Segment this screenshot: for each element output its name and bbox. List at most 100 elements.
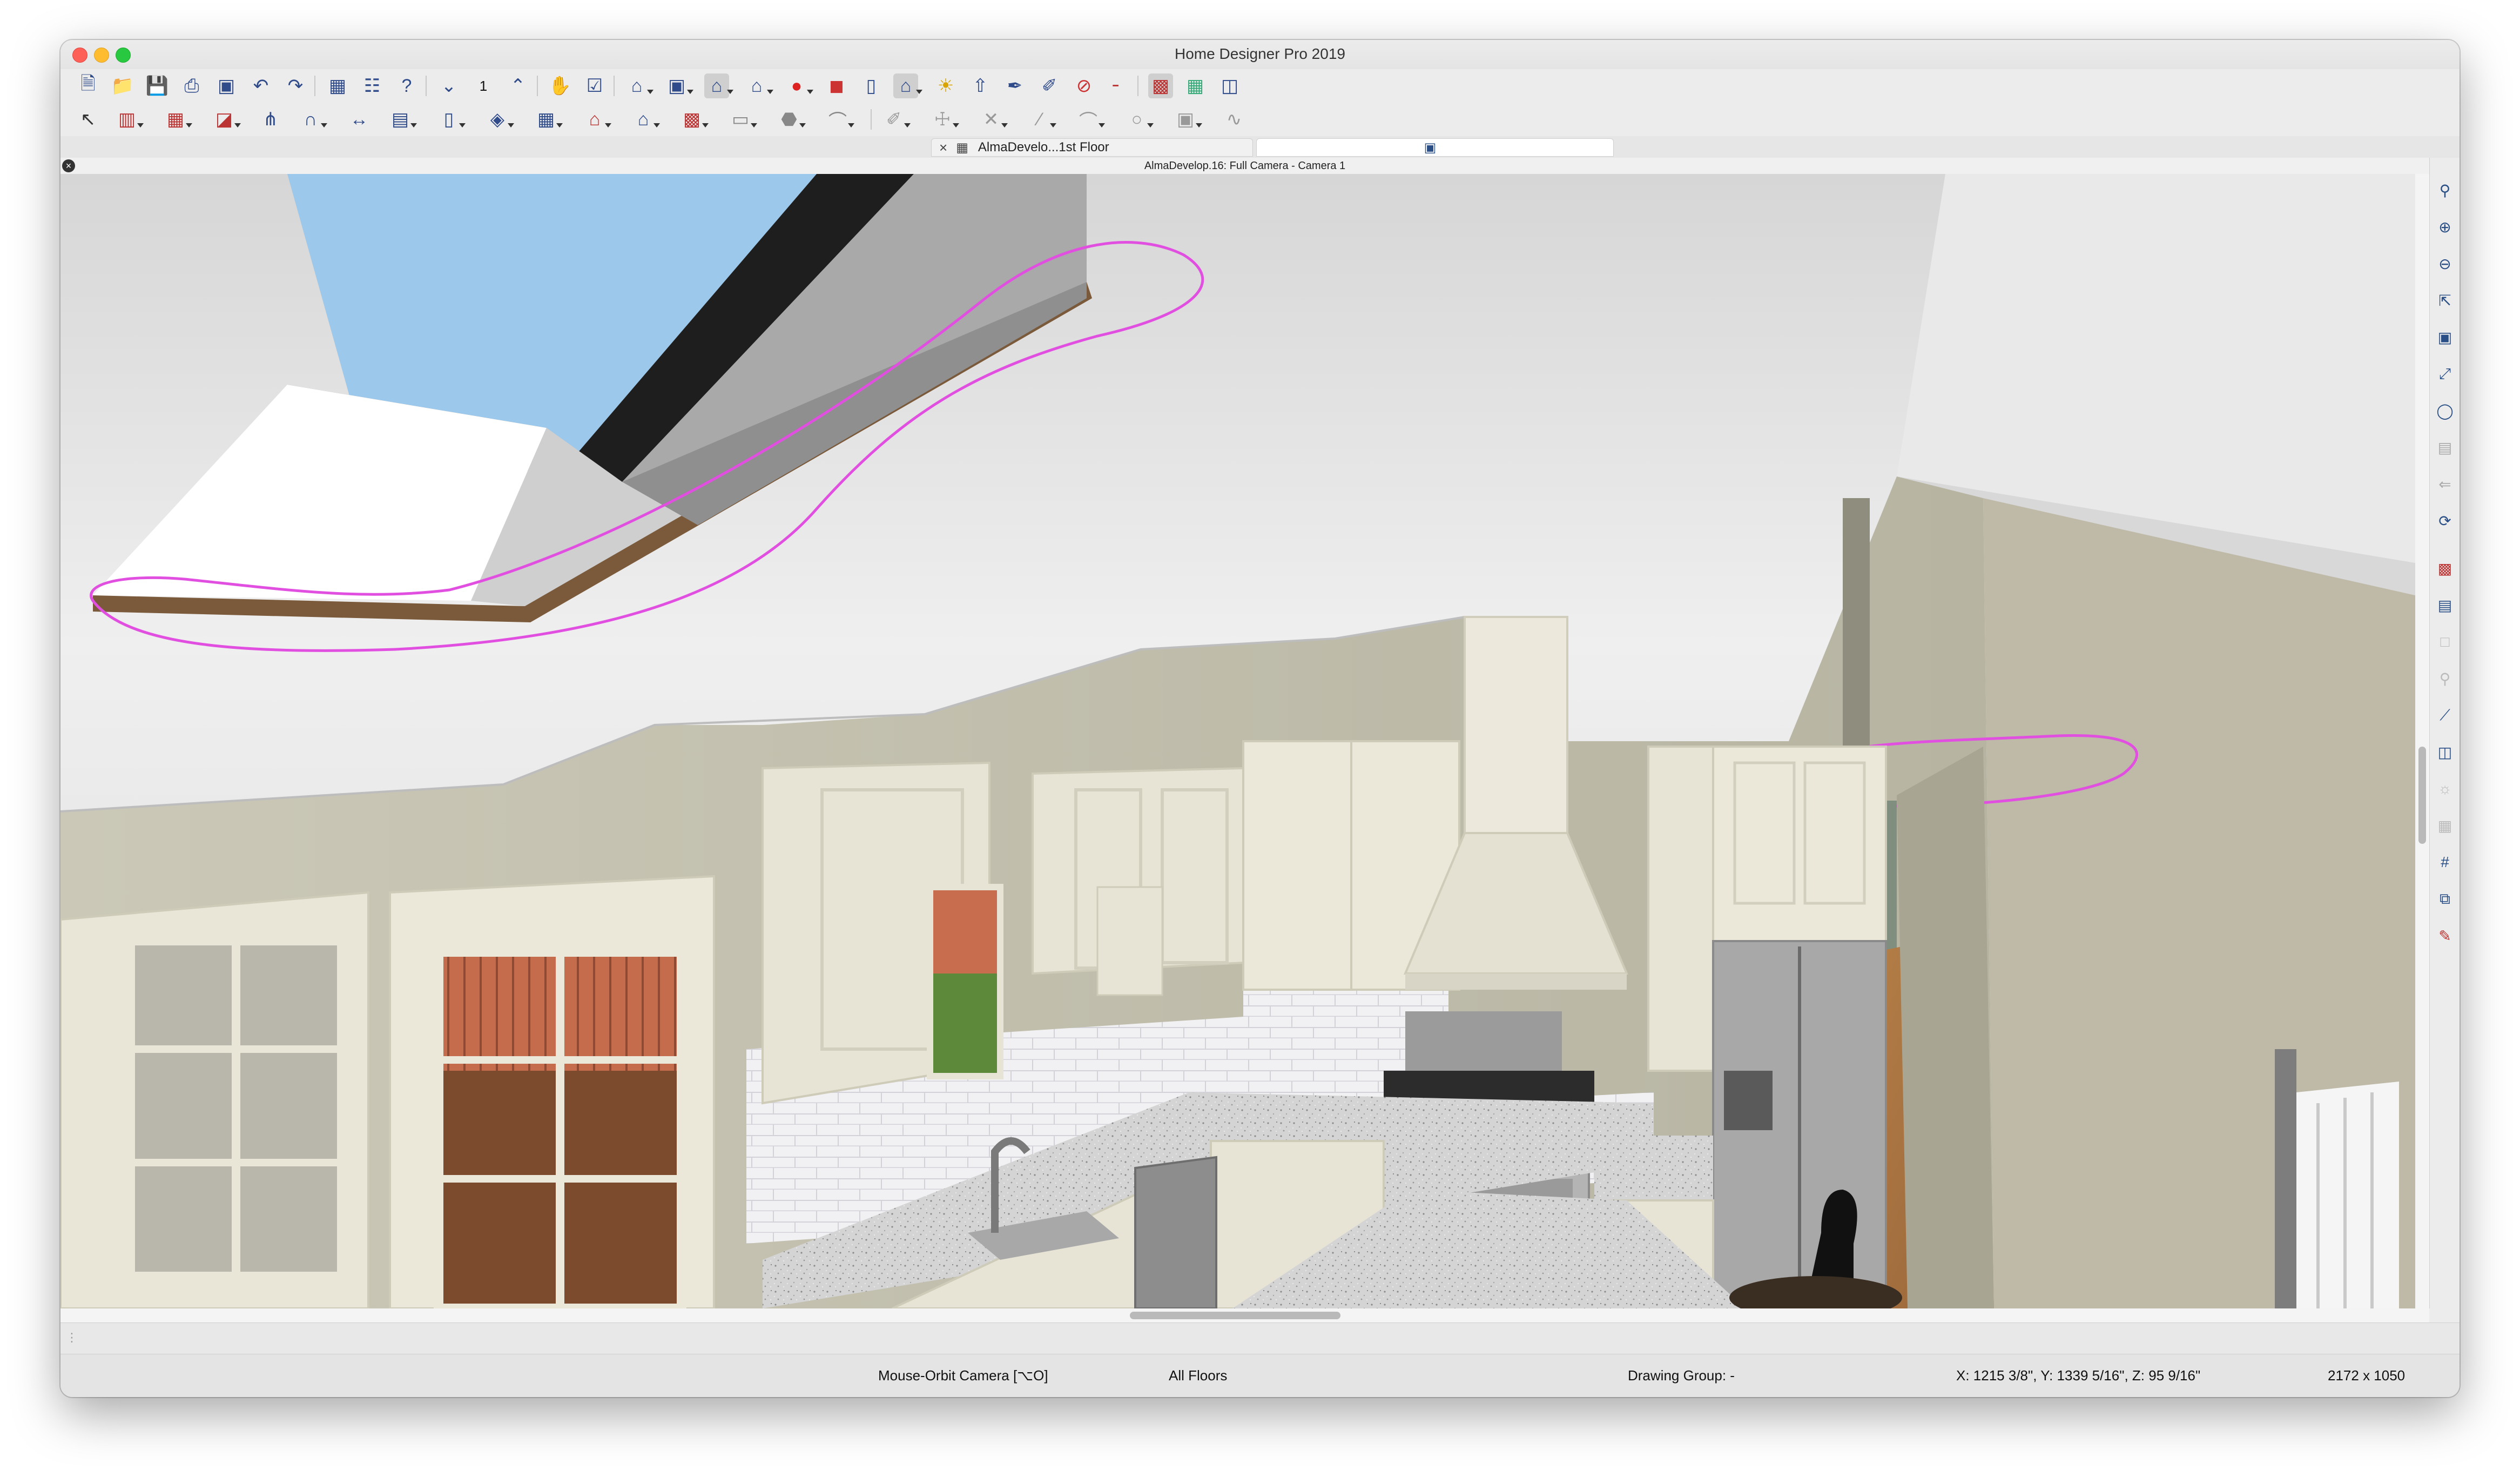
box-icon[interactable]: ⬣	[777, 107, 806, 132]
freehand-icon[interactable]: ∿	[1222, 107, 1246, 132]
delete-icon[interactable]: ▯	[859, 73, 884, 98]
tab-camera[interactable]: ▣	[1256, 138, 1614, 157]
tab-bar: × ▦ AlmaDevelo...1st Floor ▣	[60, 136, 2460, 158]
rotate-icon[interactable]: ⟳	[2434, 510, 2456, 532]
hand-icon[interactable]: ✋	[548, 73, 572, 98]
zoom-icon[interactable]: ⚲	[2434, 179, 2456, 201]
kitchen-render	[60, 174, 2415, 1308]
line-icon[interactable]: ✕	[979, 107, 1008, 132]
print-icon[interactable]: ⎙	[179, 73, 204, 98]
curve-icon[interactable]: ∕	[1027, 107, 1056, 132]
wall-icon[interactable]: ▥	[114, 107, 144, 132]
hash-grid-icon[interactable]: #	[2434, 851, 2456, 873]
panel-icon[interactable]: ▦	[1183, 73, 1208, 98]
camera-icon[interactable]: ▣	[664, 73, 693, 98]
undo-icon[interactable]: ↶	[248, 73, 273, 98]
horizontal-scrollbar[interactable]	[60, 1308, 2429, 1322]
brick-icon[interactable]: ▩	[679, 107, 709, 132]
house-icon[interactable]: ⌂	[582, 107, 611, 132]
no-icon[interactable]: ⊘	[1072, 73, 1096, 98]
vertical-scroll-thumb[interactable]	[2418, 747, 2426, 844]
ruler-icon[interactable]: ╴	[1106, 73, 1131, 98]
app-window: Home Designer Pro 2019 🗎 📁 💾 ⎙ ▣ ↶ ↷ ▦ ☷…	[60, 40, 2460, 1397]
blank-icon[interactable]: □	[2434, 631, 2456, 653]
up-floor-icon[interactable]: ⌃	[506, 73, 530, 98]
status-dimensions: 2172 x 1050	[2328, 1367, 2406, 1384]
dimension-icon[interactable]: ↔	[347, 107, 372, 132]
library-icon[interactable]: ☷	[360, 73, 385, 98]
line-measure-icon[interactable]: ⟋	[2434, 704, 2456, 726]
redo-icon[interactable]: ↷	[283, 73, 308, 98]
select-icon[interactable]: ↖	[76, 107, 100, 132]
terrain-icon[interactable]: ◈	[485, 107, 514, 132]
resize-icon[interactable]: ⇱	[2434, 290, 2456, 311]
grip-handle-icon[interactable]: ⋮	[66, 1331, 78, 1345]
material-icon[interactable]: ▤	[2434, 594, 2456, 616]
splitter-bar[interactable]: ⋮	[60, 1322, 2460, 1354]
circle-icon[interactable]: ⌒	[1076, 107, 1105, 132]
tab-floor-plan[interactable]: × ▦ AlmaDevelo...1st Floor	[931, 138, 1253, 157]
layer-icon[interactable]: ▤	[2434, 437, 2456, 458]
elevation-icon[interactable]: ⌂	[624, 73, 653, 98]
stair-icon[interactable]: ∩	[298, 107, 327, 132]
pencil-icon[interactable]: ✐	[1037, 73, 1062, 98]
export-icon[interactable]: ⇧	[968, 73, 993, 98]
layers-icon[interactable]: ◫	[2434, 741, 2456, 763]
camera-settings-icon[interactable]: ▩	[2434, 558, 2456, 579]
record-icon[interactable]: ●	[784, 73, 813, 98]
floor-plan-icon[interactable]: ▦	[325, 73, 350, 98]
camera-viewport[interactable]	[60, 174, 2415, 1308]
light-icon[interactable]: ☀	[933, 73, 958, 98]
close-view-button[interactable]: ×	[60, 158, 77, 174]
floor-number: 1	[479, 77, 488, 94]
slab-icon[interactable]: ▭	[728, 107, 757, 132]
view-title-bar: × AlmaDevelop.16: Full Camera - Camera 1	[60, 158, 2429, 174]
grid-tile-icon[interactable]: ▦	[2434, 815, 2456, 836]
window-icon[interactable]: ⋔	[258, 107, 283, 132]
zoom-in-icon[interactable]: ⊕	[2434, 216, 2456, 238]
pen-icon[interactable]: ✒	[1002, 73, 1027, 98]
crop-icon[interactable]: ⧉	[2434, 888, 2456, 910]
spline-icon[interactable]: ▣	[1173, 107, 1202, 132]
horizontal-scroll-thumb[interactable]	[1130, 1312, 1340, 1319]
cabinet-icon[interactable]: ▦	[163, 107, 192, 132]
status-drawing-group: Drawing Group: -	[1628, 1367, 1735, 1384]
title-bar: Home Designer Pro 2019	[60, 40, 2460, 69]
floor-plan-tab-icon: ▦	[956, 140, 968, 155]
presentation-icon[interactable]: ▣	[214, 73, 239, 98]
orbit-icon[interactable]: ◯	[2434, 400, 2456, 421]
down-floor-icon[interactable]: ⌄	[436, 73, 461, 98]
help-icon[interactable]: ?	[394, 73, 419, 98]
search-icon[interactable]: ⚲	[2434, 668, 2456, 689]
window-tile-icon[interactable]: ◫	[1217, 73, 1242, 98]
drawing-toolbar: ↖ ▥ ▦ ◪ ⋔ ∩ ↔ ▤ ▯ ◈ ▦ ⌂ ⌂ ▩ ▭ ⬣ ⌒ ✐ ☩ ✕ …	[60, 103, 2460, 137]
shelf-icon[interactable]: ▤	[388, 107, 417, 132]
roof-icon[interactable]: ▯	[436, 107, 466, 132]
tab-label: AlmaDevelo...1st Floor	[978, 140, 1109, 155]
cross-icon[interactable]: ☩	[930, 107, 959, 132]
door-icon[interactable]: ◪	[212, 107, 241, 132]
doll-house-icon[interactable]: ⌂	[744, 73, 773, 98]
close-tab-icon[interactable]: ×	[939, 139, 947, 156]
walk-icon[interactable]: ⇐	[2434, 473, 2456, 495]
zoom-out-icon[interactable]: ⊖	[2434, 253, 2456, 274]
open-folder-icon[interactable]: 📁	[110, 73, 135, 98]
edit-shape-icon[interactable]: ✎	[2434, 925, 2456, 946]
text-icon[interactable]: ✐	[881, 107, 911, 132]
new-doc-icon[interactable]: 🗎	[76, 73, 100, 98]
materials-icon[interactable]: ▩	[1148, 73, 1173, 98]
save-icon[interactable]: 💾	[145, 73, 170, 98]
render-icon[interactable]: ◼	[824, 73, 849, 98]
fit-icon[interactable]: ▣	[2434, 326, 2456, 348]
house-outline-icon[interactable]: ⌂	[631, 107, 660, 132]
home-icon[interactable]: ⌂	[893, 73, 922, 98]
checklist-icon[interactable]: ☑	[582, 73, 607, 98]
vertical-scrollbar[interactable]	[2415, 174, 2429, 1308]
plant-icon[interactable]: ▦	[534, 107, 563, 132]
sun-icon[interactable]: ☼	[2434, 778, 2456, 800]
fill-window-icon[interactable]: ⤢	[2434, 363, 2456, 385]
window-title: Home Designer Pro 2019	[1175, 45, 1345, 62]
picture-icon[interactable]: ○	[1124, 107, 1154, 132]
orbit-camera-icon[interactable]: ⌂	[704, 73, 733, 98]
arc-icon[interactable]: ⌒	[825, 107, 854, 132]
